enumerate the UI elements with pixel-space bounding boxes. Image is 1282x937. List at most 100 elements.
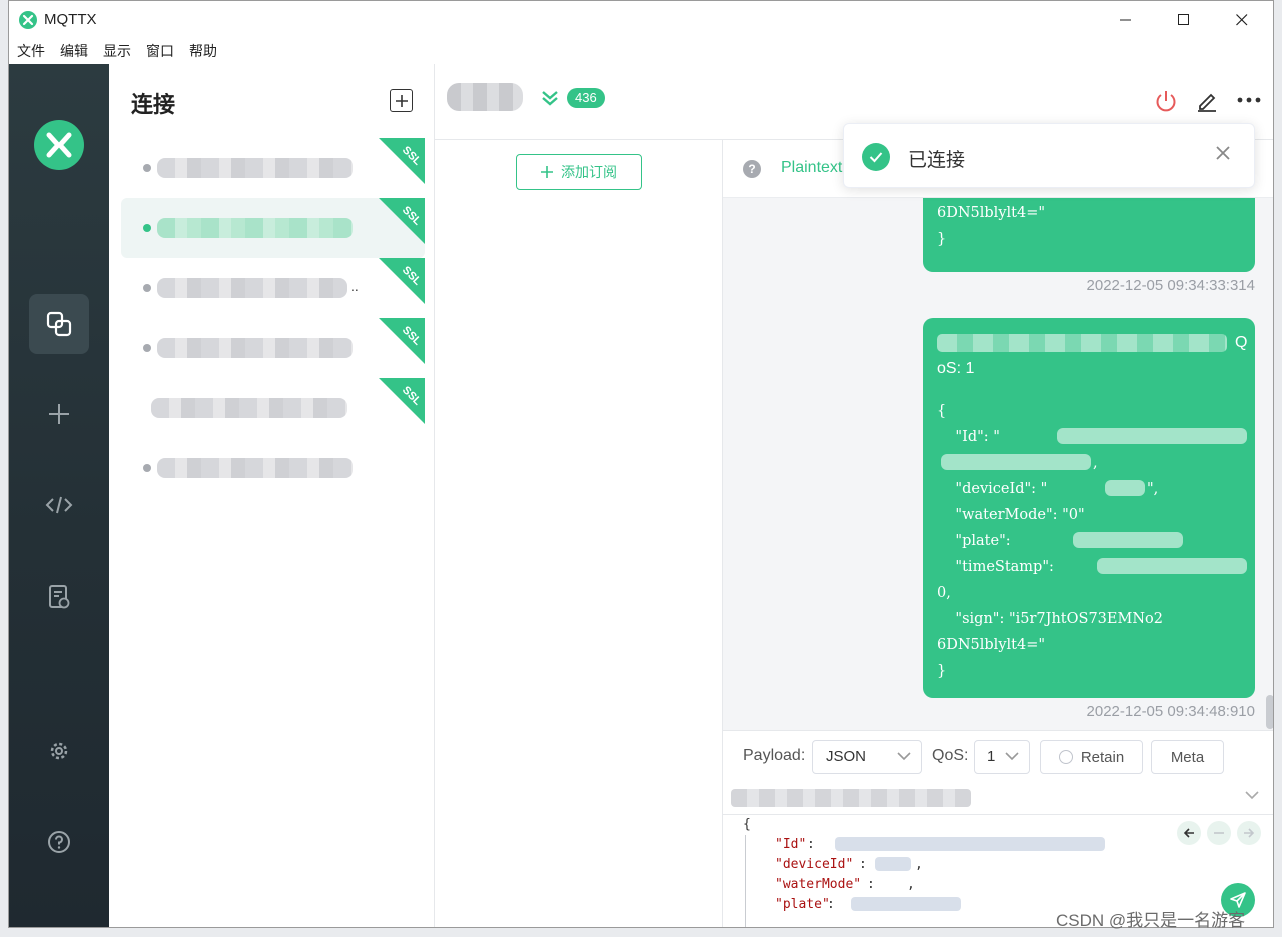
nav-connections[interactable] [29, 294, 89, 354]
payload-label: Payload: [743, 747, 806, 764]
menu-help[interactable]: 帮助 [189, 39, 217, 64]
close-toast-icon[interactable] [1216, 146, 1230, 160]
message-payload-line: "deviceId": " [937, 481, 1048, 497]
connections-icon [46, 311, 72, 337]
message-payload-line: 6DN5lblylt4=" [937, 205, 1046, 221]
qos-tail: Q [1235, 334, 1248, 351]
message-payload-line: "Id": " [937, 429, 1000, 445]
retain-toggle[interactable]: Retain [1040, 740, 1143, 774]
editor-comma: , [915, 857, 923, 872]
mqttx-logo-icon [19, 11, 37, 29]
plus-icon [541, 166, 553, 178]
editor-comma: , [907, 877, 915, 892]
more-icon[interactable] [1237, 96, 1261, 104]
double-chevron-down-icon[interactable] [541, 90, 559, 106]
menu-view[interactable]: 显示 [103, 39, 131, 64]
editor-colon: : [807, 837, 815, 852]
gear-icon [50, 742, 68, 760]
nav-rail [9, 64, 109, 927]
menu-file[interactable]: 文件 [17, 39, 45, 64]
window-title: MQTTX [44, 11, 97, 28]
connection-item[interactable]: SSL [121, 138, 425, 198]
value-redacted [941, 454, 1091, 470]
status-dot [143, 164, 151, 172]
value-redacted [875, 857, 911, 871]
watermark: CSDN @我只是一名游客 [1056, 911, 1246, 930]
nav-log[interactable] [29, 567, 89, 627]
maximize-icon [1178, 14, 1189, 25]
menu-window[interactable]: 窗口 [146, 39, 174, 64]
messages-scrollbar[interactable] [1266, 695, 1273, 729]
connection-item[interactable]: SSL [121, 378, 425, 438]
new-connection-button[interactable] [390, 89, 413, 112]
connection-item-active[interactable]: SSL [121, 198, 425, 258]
edit-icon[interactable] [1195, 89, 1219, 113]
connection-item[interactable]: SSL [121, 318, 425, 378]
nav-settings[interactable] [29, 721, 89, 781]
editor-indent-guide [745, 835, 746, 927]
power-icon[interactable] [1154, 89, 1178, 113]
meta-button[interactable]: Meta [1151, 740, 1224, 774]
publish-panel: Payload: JSON QoS: 1 Retain Meta {"Id" … [723, 730, 1273, 927]
message-payload-line: 6DN5lblylt4=" [937, 637, 1046, 653]
retain-radio[interactable] [1058, 750, 1073, 764]
history-back-button[interactable] [1177, 821, 1201, 845]
value-redacted [1073, 532, 1183, 548]
editor-key: "deviceId" [775, 857, 854, 872]
connections-title: 连接 [131, 92, 176, 117]
clear-history-button[interactable] [1207, 821, 1231, 845]
status-dot [143, 404, 151, 412]
nav-help[interactable] [29, 812, 89, 872]
message-payload-line: } [937, 663, 947, 679]
chevron-down-icon[interactable] [1245, 791, 1259, 800]
ssl-badge: SSL [379, 378, 425, 424]
toast-message: 已连接 [908, 150, 966, 171]
minimize-button[interactable] [1097, 1, 1155, 39]
chevron-down-icon [1005, 752, 1019, 761]
topic-value-redacted [731, 789, 971, 807]
arrow-right-icon [1244, 828, 1255, 838]
history-forward-button[interactable] [1237, 821, 1261, 845]
add-subscription-button[interactable]: 添加订阅 [516, 154, 642, 190]
message-timestamp: 2022-12-05 09:34:48:910 [1086, 703, 1255, 720]
ssl-badge: SSL [379, 258, 425, 304]
connection-name-redacted [157, 458, 353, 478]
message-payload-line: "waterMode": "0" [937, 507, 1085, 523]
qos-select[interactable]: 1 [974, 740, 1030, 774]
value-redacted [851, 897, 961, 911]
value-redacted [1057, 428, 1247, 444]
connected-toast: 已连接 [843, 123, 1255, 188]
connection-title-redacted [447, 83, 523, 111]
plus-icon [395, 94, 408, 107]
message-payload-line: "sign": "i5r7JhtOS73EMNo2 [937, 611, 1163, 627]
topic-input[interactable] [723, 783, 1273, 815]
connection-item[interactable] [121, 438, 425, 498]
status-dot [143, 224, 151, 232]
editor-colon: : [867, 877, 875, 892]
messages-panel: 6DN5lblylt4=" } 2022-12-05 09:34:33:314 … [723, 140, 1273, 730]
message-timestamp: 2022-12-05 09:34:33:314 [1086, 277, 1255, 294]
payload-format-select[interactable]: JSON [812, 740, 922, 774]
title-bar: MQTTX [9, 1, 1273, 39]
menu-edit[interactable]: 编辑 [60, 39, 88, 64]
message-bubble[interactable]: Q oS: 1 { "Id": " , "deviceId": " ", "wa… [923, 318, 1255, 698]
value-redacted [1105, 480, 1145, 496]
subscriptions-panel: 添加订阅 [435, 140, 723, 927]
close-window-button[interactable] [1213, 1, 1271, 39]
connection-item[interactable]: .. SSL [121, 258, 425, 318]
ellipsis: .. [351, 278, 359, 294]
status-dot [143, 284, 151, 292]
nav-script[interactable] [29, 475, 89, 535]
minimize-icon [1120, 19, 1131, 21]
menu-bar: 文件 编辑 显示 窗口 帮助 [9, 39, 1273, 64]
value-redacted [835, 837, 1105, 851]
maximize-button[interactable] [1155, 1, 1213, 39]
message-payload-line: { [937, 403, 947, 419]
editor-colon: : [827, 897, 835, 912]
format-plaintext-option[interactable]: Plaintext [781, 159, 842, 177]
help-icon [48, 831, 70, 853]
help-icon[interactable]: ? [743, 160, 761, 178]
nav-new-connection[interactable] [29, 384, 89, 444]
meta-label: Meta [1170, 748, 1205, 766]
chevron-down-icon [897, 752, 911, 761]
